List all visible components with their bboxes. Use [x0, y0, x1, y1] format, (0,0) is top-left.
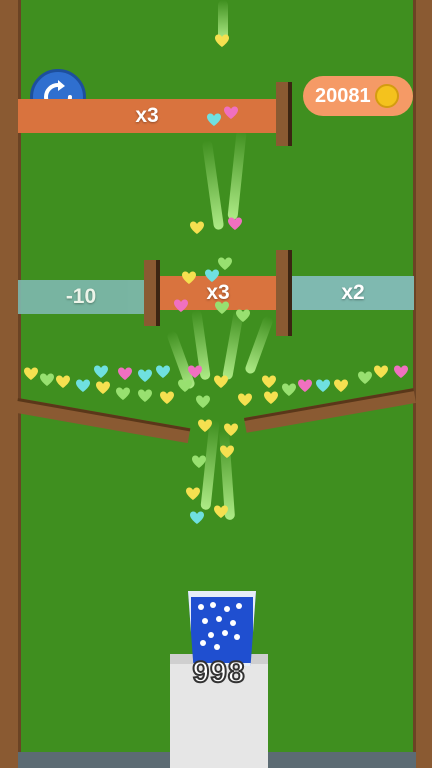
floor-left — [18, 752, 170, 768]
collector-cup — [188, 591, 256, 666]
floor-right — [268, 752, 416, 768]
cup-count: 998 — [191, 655, 246, 690]
cup-hearts — [198, 602, 242, 650]
